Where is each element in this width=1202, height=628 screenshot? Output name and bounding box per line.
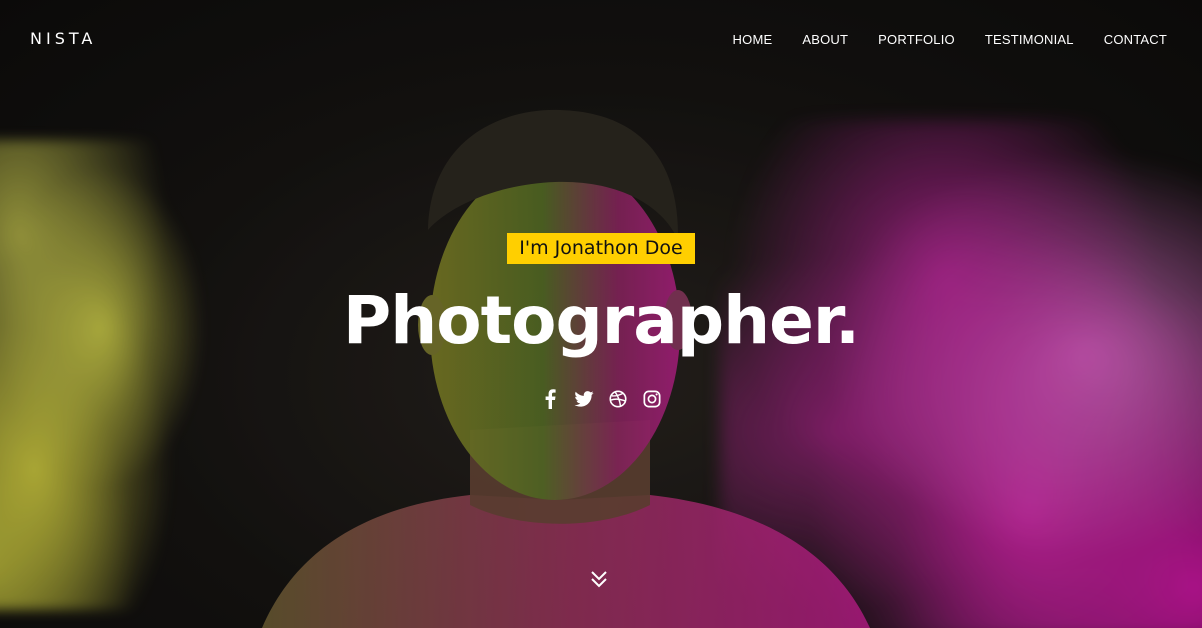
nav-link-portfolio[interactable]: PORTFOLIO — [878, 32, 955, 47]
double-chevron-down-icon[interactable] — [588, 568, 610, 590]
nav-item-contact: CONTACT — [1104, 31, 1167, 49]
dribbble-icon[interactable] — [608, 388, 628, 410]
social-links — [0, 388, 1202, 410]
navbar: NISTA HOME ABOUT PORTFOLIO TESTIMONIAL C… — [0, 0, 1202, 78]
nav-link-contact[interactable]: CONTACT — [1104, 32, 1167, 47]
facebook-icon[interactable] — [540, 388, 560, 410]
nav-link-about[interactable]: ABOUT — [802, 32, 848, 47]
hero-section: NISTA HOME ABOUT PORTFOLIO TESTIMONIAL C… — [0, 0, 1202, 628]
nav-item-portfolio: PORTFOLIO — [878, 31, 955, 49]
twitter-icon[interactable] — [574, 388, 594, 410]
intro-tag: I'm Jonathon Doe — [507, 233, 695, 264]
nav-item-about: ABOUT — [802, 31, 848, 49]
brand-logo[interactable]: NISTA — [30, 29, 96, 48]
instagram-icon[interactable] — [642, 388, 662, 410]
hero-headline: Photographer. — [342, 282, 860, 359]
nav-item-testimonial: TESTIMONIAL — [985, 31, 1074, 49]
nav-item-home: HOME — [733, 31, 773, 49]
intro-wrapper: I'm Jonathon Doe — [0, 233, 1202, 264]
nav-link-home[interactable]: HOME — [733, 32, 773, 47]
nav-menu: HOME ABOUT PORTFOLIO TESTIMONIAL CONTACT — [703, 31, 1167, 49]
nav-link-testimonial[interactable]: TESTIMONIAL — [985, 32, 1074, 47]
